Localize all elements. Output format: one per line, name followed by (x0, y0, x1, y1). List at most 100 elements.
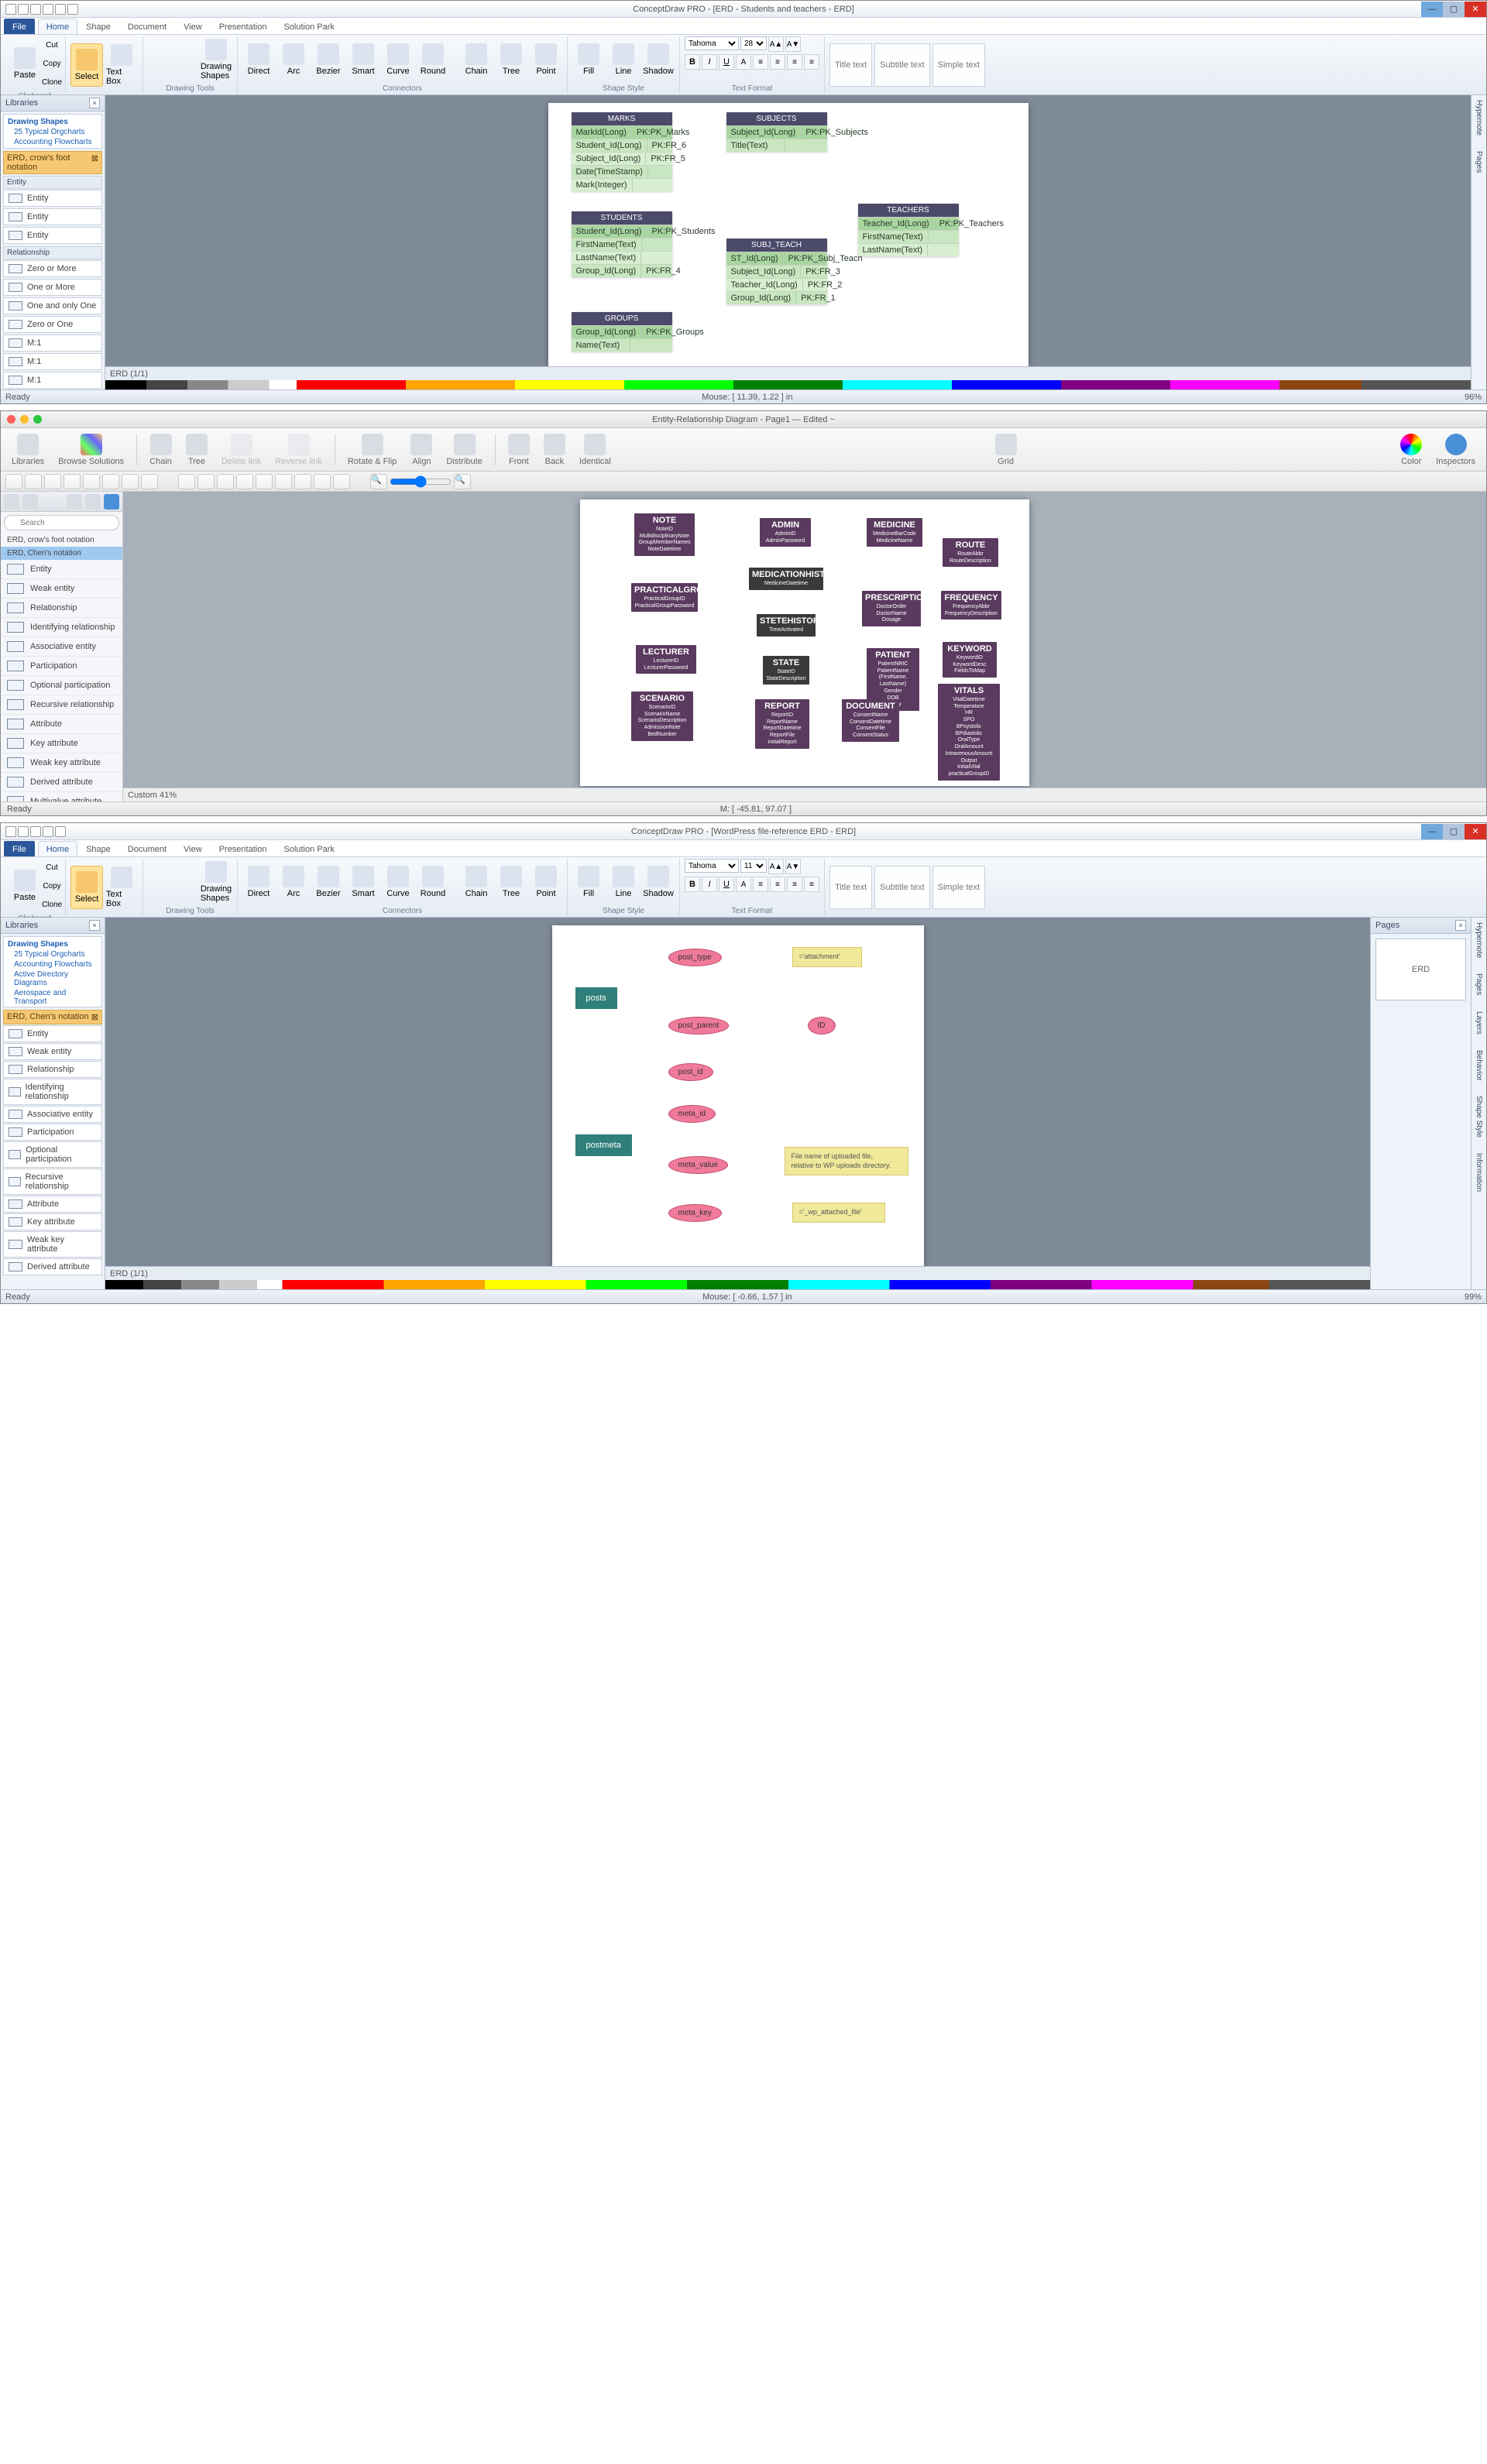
library-category[interactable]: ERD, crow's foot notation⊠ (3, 151, 102, 174)
page[interactable]: NOTENoteIDMultidisciplinaryNoteGroupMemb… (580, 499, 1029, 786)
entity-box[interactable]: STETEHISTORYTimeActivated (757, 614, 816, 637)
copy-button[interactable]: Copy (43, 55, 60, 72)
cut-button[interactable]: Cut (43, 859, 60, 876)
tree-item[interactable]: Accounting Flowcharts (6, 959, 99, 969)
tab-view[interactable]: View (175, 841, 211, 856)
minimize-button[interactable] (20, 415, 29, 424)
page-thumbnail[interactable]: ERD (1375, 939, 1466, 1000)
tool-icon[interactable] (178, 474, 195, 489)
qat-icon[interactable] (30, 4, 41, 15)
fill-button[interactable]: Fill (572, 860, 605, 904)
tab-shape[interactable]: Shape (77, 841, 119, 856)
qat-icon[interactable] (55, 826, 66, 837)
font-select[interactable]: Tahoma (685, 859, 739, 873)
canvas[interactable]: NOTENoteIDMultidisciplinaryNoteGroupMemb… (123, 492, 1486, 788)
tool-icon[interactable] (182, 42, 199, 59)
stencil-item[interactable]: Weak entity (3, 1043, 102, 1060)
size-select[interactable]: 11 (740, 859, 767, 873)
qat-icon[interactable] (18, 826, 29, 837)
attribute-oval[interactable]: meta_key (668, 1204, 722, 1222)
line-button[interactable]: Line (607, 860, 640, 904)
entity-box[interactable]: LECTURERLecturerIDLecturerPassword (636, 645, 696, 674)
zoomin-icon[interactable]: 🔍 (454, 474, 471, 489)
stencil-item[interactable]: Recursive relationship (1, 695, 122, 715)
dock-shapestyle[interactable]: Shape Style (1475, 1096, 1483, 1138)
chain-button[interactable]: Chain (460, 38, 493, 81)
tab-document[interactable]: Document (119, 841, 175, 856)
stencil-item[interactable]: Optional participation (1, 676, 122, 695)
stencil-item[interactable]: Multivalue attribute (1, 792, 122, 801)
close-icon[interactable]: × (1455, 920, 1466, 931)
tool-icon[interactable] (182, 60, 199, 77)
tree-item[interactable]: 25 Typical Orgcharts (6, 949, 99, 959)
stencil-rel[interactable]: M:1 (3, 353, 102, 370)
tab-solutionpark[interactable]: Solution Park (275, 19, 342, 34)
stencil-item[interactable]: Participation (3, 1124, 102, 1141)
conn-arc[interactable]: Arc (277, 38, 310, 81)
tb-grid[interactable]: Grid (991, 432, 1022, 468)
bold-button[interactable]: B (685, 54, 700, 70)
simple-text-button[interactable]: Simple text (932, 43, 985, 87)
entity-box[interactable]: PRESCRIPTIONDoctorOrderDoctorNameDosage (862, 591, 921, 626)
tool-icon[interactable] (182, 883, 199, 900)
tree-item[interactable]: 25 Typical Orgcharts (6, 127, 99, 137)
search-icon[interactable] (104, 494, 119, 510)
attribute-oval[interactable]: post_id (668, 1063, 713, 1081)
stencil-item[interactable]: Associative entity (3, 1106, 102, 1123)
dock-behavior[interactable]: Behavior (1475, 1050, 1483, 1080)
strike-button[interactable]: A (736, 877, 751, 892)
tb-distribute[interactable]: Distribute (441, 432, 486, 468)
copy-button[interactable]: Copy (43, 877, 60, 894)
erd-table-marks[interactable]: MARKSMarkId(Long)PK:PK_MarksStudent_Id(L… (572, 112, 672, 191)
grid-icon[interactable] (85, 494, 101, 510)
clone-button[interactable]: Clone (43, 896, 60, 913)
minimize-button[interactable]: — (1421, 2, 1443, 17)
textbox-button[interactable]: Text Box (105, 866, 138, 909)
tool-icon[interactable] (148, 864, 165, 881)
lib-item[interactable]: ERD, crow's foot notation (1, 534, 122, 547)
dock-hypernote[interactable]: Hypernote (1475, 922, 1483, 958)
qat-icon[interactable] (43, 826, 53, 837)
tool-icon[interactable] (102, 474, 119, 489)
tool-icon[interactable] (197, 474, 215, 489)
entity-box[interactable]: MEDICATIONHISTORYMedicineDatetime (749, 568, 823, 590)
tree-button[interactable]: Tree (495, 860, 527, 904)
qat-icon[interactable] (5, 4, 16, 15)
qat-icon[interactable] (18, 4, 29, 15)
tab-file[interactable]: File (4, 841, 35, 856)
entity-box[interactable]: posts (575, 987, 617, 1009)
entity-box[interactable]: KEYWORDKeywordIDKeywordDescFieldsToMap (943, 642, 997, 678)
conn-bezier[interactable]: Bezier (312, 38, 345, 81)
tb-solutions[interactable]: Browse Solutions (53, 432, 129, 468)
tb-deletelink[interactable]: Delete link (217, 432, 266, 468)
tool-icon[interactable] (64, 474, 81, 489)
conn-curve[interactable]: Curve (382, 38, 414, 81)
entity-box[interactable]: SCENARIOScenarioIDScenarioNameScenarioDe… (631, 691, 693, 741)
stencil-item[interactable]: Optional participation (3, 1141, 102, 1168)
align-right-button[interactable]: ≡ (787, 54, 802, 70)
tab-home[interactable]: Home (38, 841, 77, 856)
canvas[interactable]: MARKSMarkId(Long)PK:PK_MarksStudent_Id(L… (105, 95, 1471, 366)
stencil-entity[interactable]: Entity (3, 208, 102, 225)
stencil-rel[interactable]: Zero or More (3, 260, 102, 277)
sticky-note[interactable]: File name of uploaded file,relative to W… (785, 1147, 908, 1175)
qat-icon[interactable] (5, 826, 16, 837)
title-text-button[interactable]: Title text (829, 43, 872, 87)
tool-icon[interactable] (314, 474, 331, 489)
bold-button[interactable]: B (685, 877, 700, 892)
stencil-rel[interactable]: M:1 (3, 372, 102, 389)
attribute-oval[interactable]: post_parent (668, 1017, 730, 1035)
stencil-item[interactable]: Weak entity (1, 579, 122, 599)
stencil-entity[interactable]: Entity (3, 190, 102, 207)
conn-smart[interactable]: Smart (347, 38, 379, 81)
entity-box[interactable]: PRACTICALGROUPPracticalGroupIDPracticalG… (631, 583, 698, 612)
qat-icon[interactable] (55, 4, 66, 15)
entity-box[interactable]: NOTENoteIDMultidisciplinaryNoteGroupMemb… (634, 513, 695, 556)
list-icon[interactable] (67, 494, 82, 510)
qat-icon[interactable] (30, 826, 41, 837)
stencil-item[interactable]: Key attribute (3, 1213, 102, 1230)
tb-color[interactable]: Color (1396, 432, 1427, 468)
point-button[interactable]: Point (530, 38, 562, 81)
tree-item[interactable]: Accounting Flowcharts (6, 137, 99, 147)
stencil-item[interactable]: Entity (3, 1025, 102, 1042)
